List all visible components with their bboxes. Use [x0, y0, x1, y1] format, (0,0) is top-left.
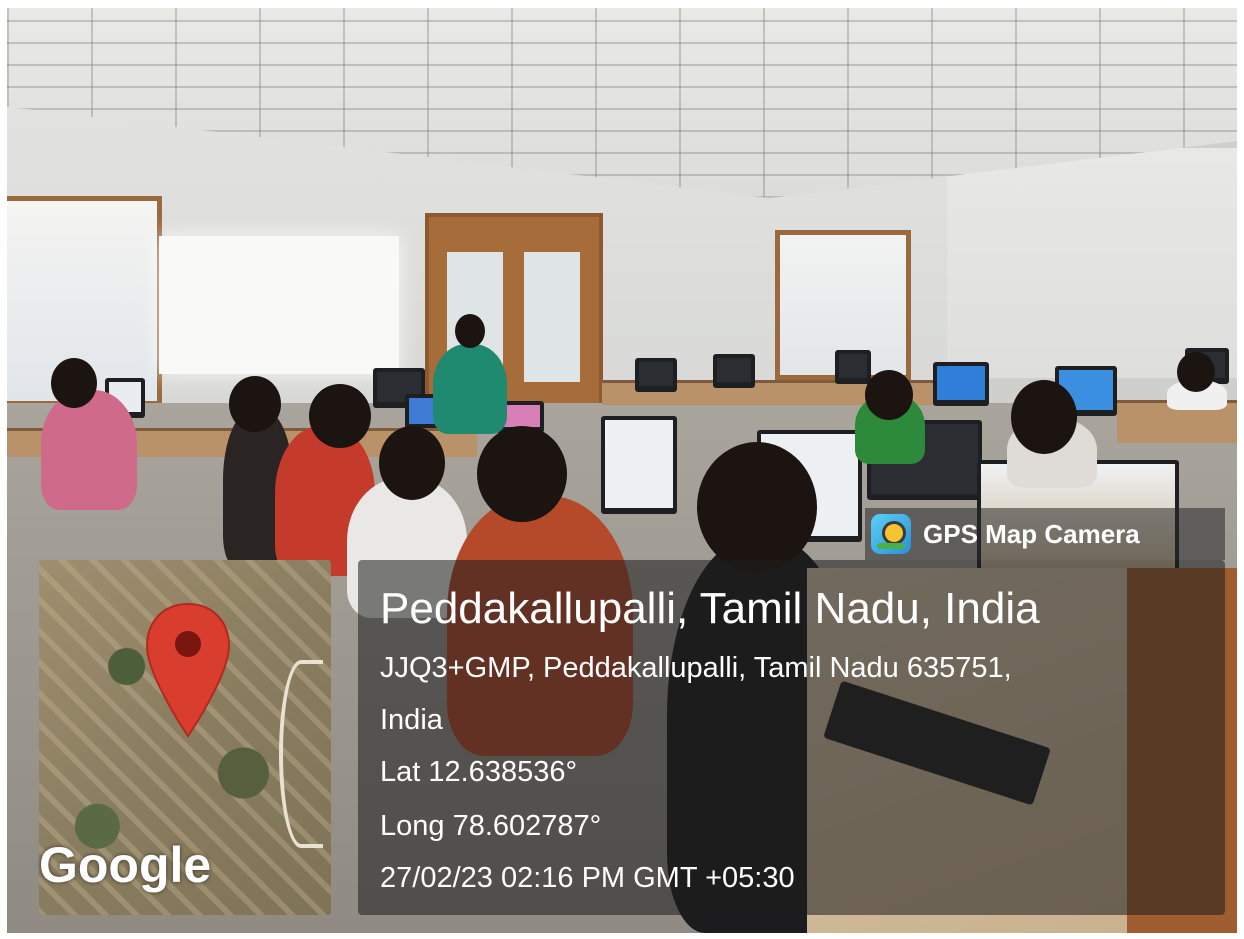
map-road: [279, 660, 323, 848]
teacher-head: [455, 314, 485, 348]
location-info-panel: Peddakallupalli, Tamil Nadu, India JJQ3+…: [358, 560, 1225, 915]
map-logo: Google: [39, 837, 212, 893]
student-head: [477, 426, 567, 522]
app-badge: GPS Map Camera: [865, 508, 1225, 560]
right-wall: [947, 148, 1237, 378]
photo-frame: GPS Map Camera Google Peddakallupalli, T…: [7, 8, 1237, 933]
student-head: [697, 442, 817, 572]
student-head: [1177, 352, 1215, 392]
monitor: [635, 358, 677, 392]
datetime: 27/02/23 02:16 PM GMT +05:30: [380, 862, 795, 894]
teacher: [433, 344, 507, 434]
student-head: [379, 426, 445, 500]
student-head: [309, 384, 371, 448]
projector-screen: [159, 236, 399, 374]
monitor: [933, 362, 989, 406]
monitor: [835, 350, 871, 384]
student-head: [229, 376, 281, 432]
app-badge-label: GPS Map Camera: [923, 518, 1140, 549]
student-head: [865, 370, 913, 420]
location-pin-icon: [145, 602, 231, 738]
address-line-1: JJQ3+GMP, Peddakallupalli, Tamil Nadu 63…: [380, 652, 1012, 684]
place-title: Peddakallupalli, Tamil Nadu, India: [380, 584, 1040, 633]
door-glass-right: [524, 252, 580, 382]
monitor: [601, 416, 677, 514]
map-thumbnail: Google: [39, 560, 331, 915]
student-head: [51, 358, 97, 408]
longitude: Long 78.602787°: [380, 810, 602, 842]
monitor: [713, 354, 755, 388]
student: [41, 390, 137, 510]
latitude: Lat 12.638536°: [380, 756, 578, 788]
address-line-2: India: [380, 704, 443, 736]
map-pin-camera-icon: [871, 514, 911, 554]
student-head: [1011, 380, 1077, 454]
